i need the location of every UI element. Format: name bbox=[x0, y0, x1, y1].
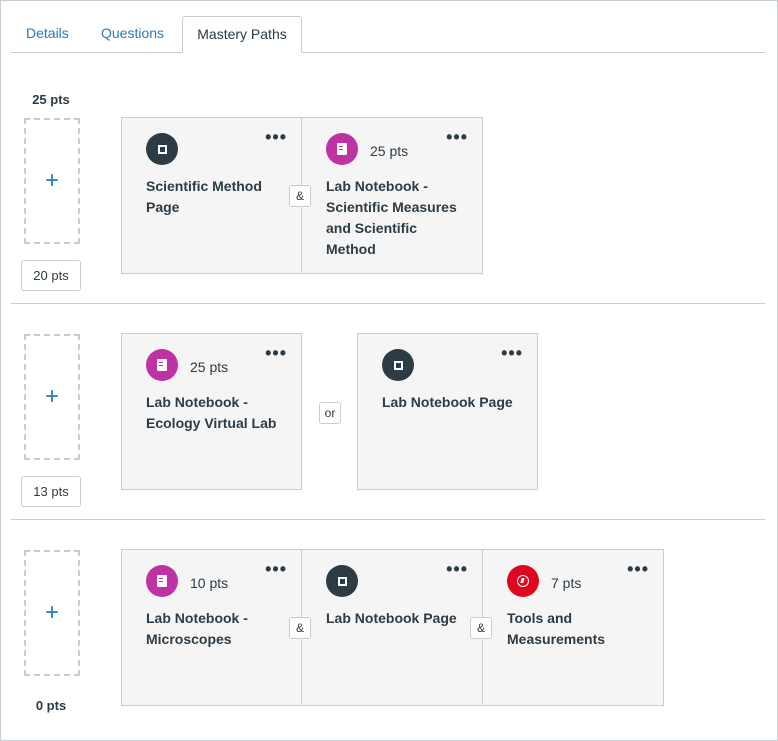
card-title: Lab Notebook Page bbox=[326, 610, 457, 626]
page-icon bbox=[326, 565, 358, 597]
and-toggle-button[interactable]: & bbox=[470, 617, 492, 639]
range-top-score: 25 pts bbox=[32, 92, 70, 107]
card-menu-button[interactable]: ••• bbox=[265, 344, 287, 362]
assignment-card[interactable]: 25 pts ••• Lab Notebook - Scientific Mea… bbox=[302, 117, 483, 274]
range-boundary-score: 0 pts bbox=[35, 698, 67, 713]
card-points: 25 pts bbox=[370, 143, 409, 159]
and-toggle-button[interactable]: & bbox=[289, 617, 311, 639]
assignment-card[interactable]: ••• Lab Notebook Page bbox=[357, 333, 538, 490]
card-points: 25 pts bbox=[190, 359, 229, 375]
card-menu-button[interactable]: ••• bbox=[446, 560, 468, 578]
card-menu-button[interactable]: ••• bbox=[265, 128, 287, 146]
tab-bar: Details Questions Mastery Paths bbox=[11, 16, 765, 53]
card-title: Lab Notebook - Scientific Measures and S… bbox=[326, 178, 457, 257]
card-menu-button[interactable]: ••• bbox=[627, 560, 649, 578]
plus-icon: + bbox=[44, 383, 59, 410]
add-item-dropzone[interactable]: + bbox=[24, 334, 80, 460]
range-boundary-score[interactable]: 13 pts bbox=[21, 476, 81, 507]
card-points: 7 pts bbox=[551, 575, 582, 591]
plus-icon: + bbox=[44, 599, 59, 626]
tab-details[interactable]: Details bbox=[26, 16, 69, 51]
plus-icon: + bbox=[44, 167, 59, 194]
card-points: 10 pts bbox=[190, 575, 229, 591]
notebook-icon bbox=[146, 349, 178, 381]
card-menu-button[interactable]: ••• bbox=[501, 344, 523, 362]
mastery-paths-panel: Details Questions Mastery Paths 25 pts +… bbox=[0, 0, 778, 741]
assignment-card[interactable]: 10 pts ••• Lab Notebook - Microscopes bbox=[121, 549, 302, 706]
range-boundary-score[interactable]: 20 pts bbox=[21, 260, 81, 291]
card-title: Tools and Measurements bbox=[507, 610, 606, 647]
page-icon bbox=[146, 133, 178, 165]
assignment-card[interactable]: ••• Lab Notebook Page bbox=[302, 549, 483, 706]
card-menu-button[interactable]: ••• bbox=[446, 128, 468, 146]
assignment-card[interactable]: 7 pts ••• Tools and Measurements bbox=[483, 549, 664, 706]
assignment-card[interactable]: 25 pts ••• Lab Notebook - Ecology Virtua… bbox=[121, 333, 302, 490]
add-item-dropzone[interactable]: + bbox=[24, 118, 80, 244]
tab-questions[interactable]: Questions bbox=[101, 16, 164, 51]
tab-mastery-paths[interactable]: Mastery Paths bbox=[182, 16, 302, 53]
page-icon bbox=[382, 349, 414, 381]
range-divider bbox=[11, 519, 765, 520]
card-title: Lab Notebook - Ecology Virtual Lab bbox=[146, 394, 277, 431]
card-menu-button[interactable]: ••• bbox=[265, 560, 287, 578]
quiz-icon bbox=[507, 565, 539, 597]
card-title: Lab Notebook - Microscopes bbox=[146, 610, 248, 647]
add-item-dropzone[interactable]: + bbox=[24, 550, 80, 676]
card-title: Lab Notebook Page bbox=[382, 394, 513, 410]
or-toggle-button[interactable]: or bbox=[319, 402, 341, 424]
and-toggle-button[interactable]: & bbox=[289, 185, 311, 207]
range-divider bbox=[11, 303, 765, 304]
notebook-icon bbox=[326, 133, 358, 165]
notebook-icon bbox=[146, 565, 178, 597]
card-title: Scientific Method Page bbox=[146, 178, 262, 215]
assignment-card[interactable]: ••• Scientific Method Page bbox=[121, 117, 302, 274]
